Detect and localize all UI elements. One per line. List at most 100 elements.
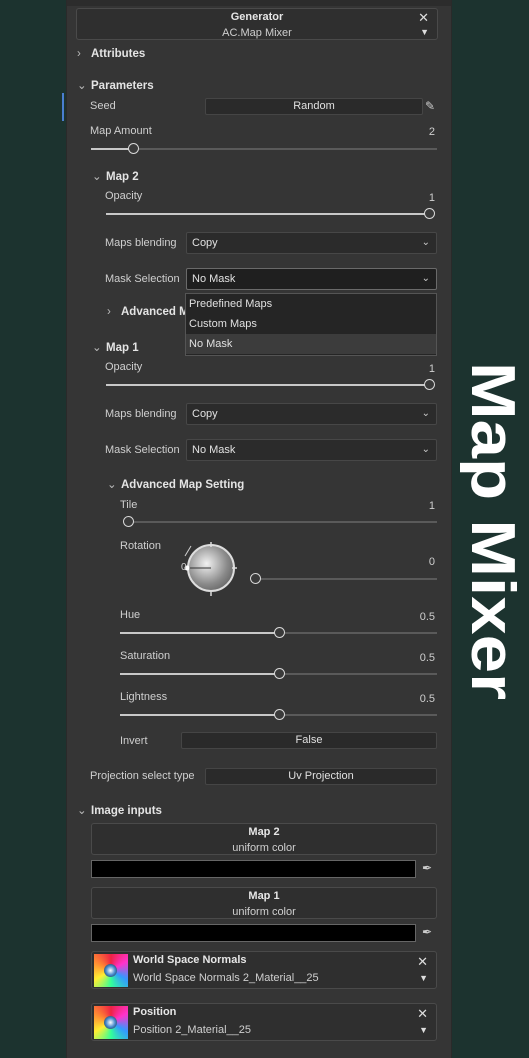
map2-opacity-value: 1: [428, 192, 435, 204]
chevron-down-icon: ⌄: [421, 237, 430, 248]
chevron-down-icon[interactable]: ▼: [419, 973, 428, 983]
saturation-label: Saturation: [120, 650, 171, 662]
input-map1-card[interactable]: Map 1 uniform color: [91, 887, 437, 919]
input-map2-color-swatch[interactable]: [91, 860, 416, 878]
chevron-down-icon: ⌄: [107, 479, 117, 491]
map1-advanced-label: Advanced Map Setting: [121, 479, 245, 491]
slider-knob[interactable]: [273, 709, 285, 720]
chevron-right-icon: ›: [77, 48, 81, 60]
left-dock: [0, 0, 64, 1058]
lightness-value: 0.5: [419, 693, 435, 705]
close-icon[interactable]: ✕: [417, 1006, 428, 1022]
generator-title: Generator: [230, 11, 284, 23]
close-icon[interactable]: ✕: [417, 954, 428, 970]
chevron-down-icon: ⌄: [92, 171, 102, 183]
chevron-down-icon[interactable]: ▼: [419, 1025, 428, 1035]
map-amount-slider[interactable]: [91, 143, 437, 154]
properties-panel: Generator AC.Map Mixer ✕ ▼ › Attributes ⌄…: [66, 0, 452, 1058]
input-wsn-value: World Space Normals 2_Material__25: [133, 972, 319, 984]
slider-knob[interactable]: [273, 627, 285, 638]
slider-knob[interactable]: [123, 516, 134, 527]
section-parameters[interactable]: ⌄ Parameters: [77, 78, 154, 92]
selection-marker: [62, 93, 64, 121]
tile-slider[interactable]: [123, 516, 437, 527]
chevron-down-icon[interactable]: ▼: [420, 27, 429, 37]
generator-value: AC.Map Mixer: [222, 27, 292, 39]
map1-advanced-section[interactable]: ⌄ Advanced Map Setting: [107, 477, 244, 491]
texture-thumbnail: [94, 1006, 128, 1039]
map2-blending-select[interactable]: Copy ⌄: [186, 232, 437, 254]
projection-select[interactable]: Uv Projection: [205, 768, 437, 785]
input-map2-card[interactable]: Map 2 uniform color: [91, 823, 437, 855]
hue-label: Hue: [120, 609, 141, 621]
input-position-card[interactable]: Position Position 2_Material__25 ✕ ▼: [91, 1003, 437, 1041]
slider-knob[interactable]: [250, 573, 261, 584]
invert-toggle[interactable]: False: [181, 732, 437, 749]
map1-blending-label: Maps blending: [105, 408, 177, 420]
map2-mask-select[interactable]: No Mask ⌄: [186, 268, 437, 290]
close-icon[interactable]: ✕: [418, 10, 429, 26]
slider-knob[interactable]: [424, 208, 435, 219]
lightness-label: Lightness: [120, 691, 168, 703]
texture-thumbnail: [94, 954, 128, 987]
eyedropper-icon[interactable]: ✒: [422, 861, 436, 875]
rotation-slider[interactable]: [250, 573, 437, 584]
dropdown-option-custom-maps[interactable]: Custom Maps: [186, 314, 436, 334]
generator-card[interactable]: Generator AC.Map Mixer ✕ ▼: [76, 8, 438, 40]
eyedropper-icon[interactable]: ✒: [422, 925, 436, 939]
lightness-slider[interactable]: [120, 709, 437, 720]
map2-mask-value: No Mask: [192, 273, 236, 285]
map1-blending-select[interactable]: Copy ⌄: [186, 403, 437, 425]
map1-mask-value: No Mask: [192, 444, 236, 456]
input-world-space-normals-card[interactable]: World Space Normals World Space Normals …: [91, 951, 437, 989]
slider-knob[interactable]: [424, 379, 435, 390]
hue-value: 0.5: [419, 611, 435, 623]
map-amount-label: Map Amount: [90, 125, 152, 137]
map2-mask-label: Mask Selection: [105, 273, 180, 285]
projection-label: Projection select type: [90, 770, 195, 782]
map1-opacity-label: Opacity: [105, 361, 143, 373]
chevron-down-icon: ⌄: [421, 273, 430, 284]
input-map1-color-swatch[interactable]: [91, 924, 416, 942]
side-title-text: Map Mixer: [460, 362, 527, 700]
rotation-dial-value: 0: [181, 562, 187, 573]
slider-knob[interactable]: [127, 143, 139, 154]
hue-slider[interactable]: [120, 627, 437, 638]
chevron-down-icon: ⌄: [92, 342, 102, 354]
input-wsn-title: World Space Normals: [133, 954, 247, 966]
map-amount-value: 2: [428, 126, 435, 138]
rotation-label: Rotation: [120, 540, 161, 552]
chevron-down-icon: ⌄: [77, 80, 87, 92]
dropdown-option-predefined-maps[interactable]: Predefined Maps: [186, 294, 436, 314]
map2-opacity-label: Opacity: [105, 190, 143, 202]
section-image-inputs[interactable]: ⌄ Image inputs: [77, 803, 162, 817]
map2-advanced-label: Advanced M: [121, 306, 189, 318]
saturation-slider[interactable]: [120, 668, 437, 679]
section-map2[interactable]: ⌄ Map 2: [92, 169, 139, 183]
tile-value: 1: [428, 500, 435, 512]
side-title: Map Mixer: [460, 362, 527, 700]
map2-advanced-section[interactable]: › Advanced M: [107, 306, 189, 318]
chevron-right-icon: ›: [107, 306, 111, 318]
seed-random-button[interactable]: Random: [205, 98, 423, 115]
chevron-down-icon: ⌄: [421, 444, 430, 455]
chevron-down-icon: ⌄: [421, 408, 430, 419]
dropdown-option-no-mask[interactable]: No Mask: [186, 334, 436, 354]
pencil-icon[interactable]: ✎: [425, 99, 439, 113]
map1-mask-select[interactable]: No Mask ⌄: [186, 439, 437, 461]
tile-label: Tile: [120, 499, 138, 511]
invert-label: Invert: [120, 735, 148, 747]
section-attributes[interactable]: › Attributes: [77, 48, 145, 60]
map1-opacity-value: 1: [428, 363, 435, 375]
map2-blending-label: Maps blending: [105, 237, 177, 249]
section-map2-label: Map 2: [106, 171, 139, 183]
panel-topbar: [67, 0, 451, 6]
section-attributes-label: Attributes: [91, 48, 146, 60]
seed-label: Seed: [90, 100, 116, 112]
mask-selection-dropdown: Predefined Maps Custom Maps No Mask: [185, 293, 437, 356]
section-map1[interactable]: ⌄ Map 1: [92, 340, 139, 354]
map1-opacity-slider[interactable]: [106, 379, 435, 390]
map1-blending-value: Copy: [192, 408, 218, 420]
slider-knob[interactable]: [273, 668, 285, 679]
map2-opacity-slider[interactable]: [106, 208, 435, 219]
